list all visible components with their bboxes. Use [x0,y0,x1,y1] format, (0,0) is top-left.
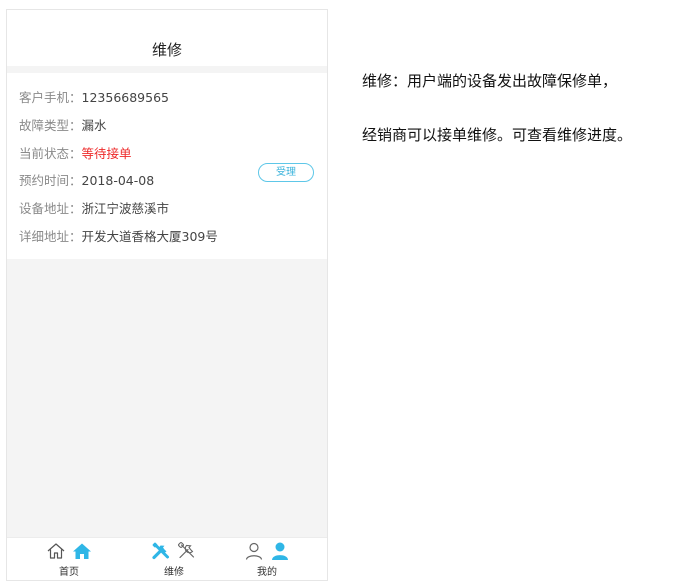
tab-mine[interactable]: 我的 [232,538,302,580]
description-line-1: 维修：用户端的设备发出故障保修单， [362,72,618,90]
device-address-label: 设备地址： [19,201,82,216]
fault-type-label: 故障类型： [19,118,82,133]
fault-type-value: 漏水 [81,118,107,133]
info-row-device-address: 设备地址：浙江宁波慈溪市 [19,201,169,217]
phone-value: 12356689565 [81,90,169,105]
accept-button[interactable]: 受理 [258,163,314,182]
user-outline-icon [246,542,263,560]
tab-repair-label: 维修 [164,567,184,578]
device-address-value: 浙江宁波慈溪市 [81,201,170,216]
tab-home-label: 首页 [59,567,79,578]
status-value: 等待接单 [81,146,132,161]
tab-mine-label: 我的 [257,567,277,578]
info-row-detail-address: 详细地址：开发大道香格大厦309号 [19,229,218,245]
info-row-phone: 客户手机：12356689565 [19,90,169,106]
phone-label: 客户手机： [19,90,82,105]
tab-repair[interactable]: 维修 [139,538,209,580]
detail-address-label: 详细地址： [19,229,82,244]
home-outline-icon [48,543,65,559]
detail-address-value: 开发大道香格大厦309号 [81,229,218,244]
info-row-status: 当前状态：等待接单 [19,146,132,162]
status-label: 当前状态： [19,146,82,161]
home-filled-icon [72,543,91,559]
user-filled-icon [271,542,288,560]
appointment-value: 2018-04-08 [81,173,155,188]
page-title: 维修 [151,41,182,59]
tab-mine-icons [232,541,302,561]
tab-repair-icons [139,541,209,561]
tab-home[interactable]: 首页 [34,538,104,580]
info-row-appointment: 预约时间：2018-04-08 [19,173,154,189]
phone-screen: 维修 客户手机：12356689565 故障类型：漏水 当前状态：等待接单 预约… [6,9,328,581]
tools-outline-icon [177,542,194,559]
tools-filled-icon [152,542,170,560]
info-row-fault-type: 故障类型：漏水 [19,118,107,134]
description-line-2: 经销商可以接单维修。可查看维修进度。 [362,126,633,144]
tab-bar: 首页 维修 我的 [7,537,327,580]
nav-bar: 维修 [7,10,327,66]
appointment-label: 预约时间： [19,173,82,188]
tab-home-icons [34,541,104,561]
